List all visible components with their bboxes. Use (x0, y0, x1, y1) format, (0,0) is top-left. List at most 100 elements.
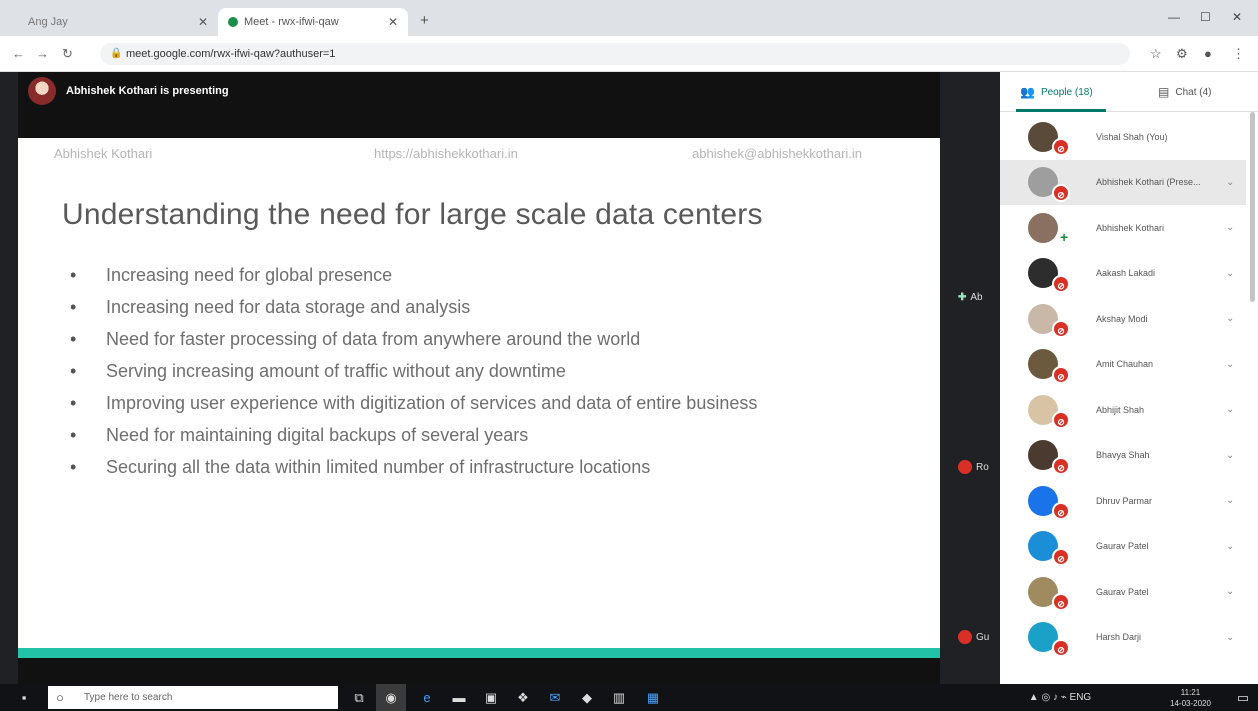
participant-chip[interactable]: Gu (958, 628, 1004, 646)
participant-chip[interactable]: Ro (958, 458, 1004, 476)
mic-off-icon: ⊘ (1052, 638, 1070, 657)
participant-row[interactable]: + Abhishek Kothari ⌄ (1000, 205, 1246, 251)
participant-name: Akshay Modi (1096, 313, 1148, 324)
chip-label: Ro (976, 461, 989, 473)
participant-row[interactable]: ⊘ Amit Chauhan ⌄ (1000, 342, 1246, 388)
avatar (1028, 212, 1058, 243)
back-icon[interactable]: ← (12, 46, 25, 61)
chevron-down-icon[interactable]: ⌄ (1226, 450, 1234, 461)
windows-start-icon[interactable]: ▪ (10, 684, 38, 711)
extension-icon[interactable]: ⚙ (1176, 46, 1188, 62)
task-view-icon[interactable]: ⧉ (348, 684, 370, 711)
participant-row[interactable]: ⊘ Harsh Darji ⌄ (1000, 615, 1246, 661)
mic-off-icon: ⊘ (1052, 183, 1070, 202)
chevron-down-icon[interactable]: ⌄ (1226, 222, 1234, 233)
slide-website: https://abhishekkothari.in (374, 146, 518, 161)
slide-accent-bar (18, 648, 940, 658)
new-tab-icon[interactable]: + (420, 12, 429, 29)
maximize-icon[interactable]: ☐ (1200, 10, 1211, 24)
participant-name: Amit Chauhan (1096, 359, 1154, 370)
bookmark-star-icon[interactable]: ☆ (1150, 46, 1162, 62)
chevron-down-icon[interactable]: ⌄ (1226, 359, 1234, 370)
mic-off-icon: ⊘ (1052, 456, 1070, 475)
participant-row[interactable]: ⊘ Akshay Modi ⌄ (1000, 296, 1246, 342)
chevron-down-icon[interactable]: ⌄ (1226, 541, 1234, 552)
slide-author: Abhishek Kothari (54, 146, 153, 161)
mic-off-icon (958, 460, 972, 474)
mic-off-icon: ⊘ (1052, 320, 1070, 338)
presentation-slide: Abhishek Kothari https://abhishekkothari… (18, 138, 940, 648)
chevron-down-icon[interactable]: ⌄ (1226, 495, 1234, 506)
edge-app-icon[interactable]: e (414, 684, 440, 711)
store-icon[interactable]: ▣ (478, 684, 504, 711)
browser-tab-active[interactable]: Meet - rwx-ifwi-qaw ✕ (218, 8, 408, 36)
reload-icon[interactable]: ↻ (62, 46, 73, 62)
tab-chat-label: Chat (4) (1175, 86, 1212, 98)
participant-row[interactable]: ⊘ Aakash Lakadi ⌄ (1000, 251, 1246, 297)
participant-name: Abhishek Kothari (Prese... (1096, 177, 1201, 188)
menu-kebab-icon[interactable]: ⋮ (1232, 46, 1245, 62)
joined-icon: + (1060, 229, 1069, 245)
chevron-down-icon[interactable]: ⌄ (1226, 632, 1234, 643)
people-panel: 👥 People (18) ▤ Chat (4) ⊘ Vishal Shah (Y… (1000, 72, 1258, 684)
search-icon: ○ (56, 690, 64, 705)
participant-row[interactable]: ⊘ Abhishek Kothari (Prese... ⌄ (1000, 159, 1246, 205)
close-tab-icon[interactable]: ✕ (198, 15, 208, 29)
browser-tab-bar: Ang Jay ✕ Meet - rwx-ifwi-qaw ✕ + — ☐ ✕ (0, 0, 1258, 36)
stage-spacer (18, 110, 940, 138)
panel-tabs: 👥 People (18) ▤ Chat (4) (1000, 72, 1258, 112)
participant-row[interactable]: ⊘ Dhruv Parmar ⌄ (1000, 478, 1246, 524)
participant-name: Bhavya Shah (1096, 450, 1150, 461)
mic-off-icon: ⊘ (1052, 411, 1070, 429)
chevron-down-icon[interactable]: ⌄ (1226, 586, 1234, 597)
chevron-down-icon[interactable]: ⌄ (1226, 268, 1234, 279)
participant-row[interactable]: ⊘ Abhijit Shah ⌄ (1000, 387, 1246, 433)
mic-off-icon: ⊘ (1052, 365, 1070, 384)
address-bar[interactable]: 🔒 meet.google.com/rwx-ifwi-qaw?authuser=… (100, 43, 1130, 65)
close-tab-icon[interactable]: ✕ (388, 15, 398, 29)
taskbar-clock[interactable]: 11:21 14-03-2020 (1170, 687, 1211, 709)
profile-icon[interactable]: ● (1204, 46, 1212, 61)
participant-name: Gaurav Patel (1096, 586, 1149, 597)
browser-tab[interactable]: Ang Jay ✕ (18, 8, 218, 36)
presenter-bar: Abhishek Kothari is presenting (18, 72, 940, 110)
chevron-down-icon[interactable]: ⌄ (1226, 404, 1234, 415)
mic-off-icon: ⊘ (1052, 138, 1070, 156)
lock-icon: 🔒 (110, 48, 123, 59)
participant-name: Dhruv Parmar (1096, 495, 1153, 506)
minimize-icon[interactable]: — (1168, 10, 1180, 24)
participant-row[interactable]: ⊘ Bhavya Shah ⌄ (1000, 433, 1246, 479)
dropbox-icon[interactable]: ❖ (510, 684, 536, 711)
slide-bullet: Need for maintaining digital backups of … (70, 422, 890, 448)
file-explorer-icon[interactable]: ▬ (446, 684, 472, 711)
participant-chip[interactable]: ✚ Ab (958, 288, 1004, 306)
app-icon[interactable]: ▦ (640, 684, 666, 711)
tab-people[interactable]: 👥 People (18) (1016, 72, 1106, 112)
tab-chat[interactable]: ▤ Chat (4) (1158, 72, 1211, 112)
close-window-icon[interactable]: ✕ (1232, 10, 1242, 24)
chevron-down-icon[interactable]: ⌄ (1226, 177, 1234, 188)
mail-icon[interactable]: ✉ (542, 684, 568, 711)
windows-taskbar: ▪ ○ Type here to search ⧉ ◉ e ▬ ▣ ❖ ✉ ◆ … (0, 684, 1258, 711)
app-icon[interactable]: ▥ (606, 684, 632, 711)
presenter-avatar (28, 77, 56, 105)
meet-stage: Abhishek Kothari is presenting Abhishek … (18, 72, 1000, 684)
slide-bullet-list: Increasing need for global presence Incr… (70, 262, 890, 486)
panel-scrollbar[interactable] (1250, 112, 1255, 302)
slide-header: Abhishek Kothari https://abhishekkothari… (18, 146, 940, 170)
chat-icon: ▤ (1158, 85, 1170, 99)
forward-icon[interactable]: → (36, 46, 49, 61)
participant-row[interactable]: ⊘ Vishal Shah (You) (1000, 114, 1246, 160)
participant-row[interactable]: ⊘ Gaurav Patel ⌄ (1000, 524, 1246, 570)
mic-off-icon: ⊘ (1052, 502, 1070, 520)
participant-row[interactable]: ⊘ Gaurav Patel ⌄ (1000, 569, 1246, 615)
slide-bullet: Serving increasing amount of traffic wit… (70, 358, 890, 384)
app-icon[interactable]: ◆ (574, 684, 600, 711)
slide-bullet: Increasing need for data storage and ana… (70, 294, 890, 320)
notification-icon[interactable]: ▭ (1232, 684, 1254, 711)
chevron-down-icon[interactable]: ⌄ (1226, 313, 1234, 324)
system-tray-icons[interactable]: ▲ ◎ ♪ ⌁ ENG (1000, 684, 1120, 711)
chrome-app-icon[interactable]: ◉ (376, 684, 406, 711)
taskbar-search-input[interactable]: ○ Type here to search (48, 686, 338, 709)
participant-list: ⊘ Vishal Shah (You) ⊘ Abhishek Kothari (Pre… (1000, 114, 1246, 660)
